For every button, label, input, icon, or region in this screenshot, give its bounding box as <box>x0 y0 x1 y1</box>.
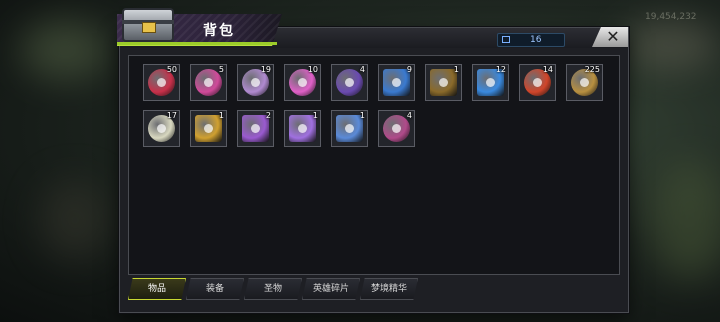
item-quantity: 12 <box>495 65 506 74</box>
item-quantity: 1 <box>453 65 459 74</box>
tab-0[interactable]: 物品 <box>128 278 186 300</box>
inventory-slot[interactable]: 2 <box>237 110 274 147</box>
item-quantity: 2 <box>265 111 271 120</box>
inventory-slot[interactable]: 17 <box>143 110 180 147</box>
inventory-slot[interactable]: 14 <box>519 64 556 101</box>
item-quantity: 50 <box>166 65 177 74</box>
inventory-slot[interactable]: 4 <box>378 110 415 147</box>
tab-1[interactable]: 装备 <box>186 278 244 300</box>
item-quantity: 14 <box>542 65 553 74</box>
inventory-slot[interactable]: 10 <box>284 64 321 101</box>
bag-icon <box>502 36 510 43</box>
item-quantity: 9 <box>406 65 412 74</box>
inventory-slot[interactable]: 19 <box>237 64 274 101</box>
item-quantity: 17 <box>166 111 177 120</box>
inventory-slot[interactable]: 1 <box>425 64 462 101</box>
inventory-slot[interactable]: 9 <box>378 64 415 101</box>
inventory-slot[interactable]: 1 <box>190 110 227 147</box>
inventory-slot[interactable]: 225 <box>566 64 603 101</box>
capacity-counter: 16 <box>497 33 565 47</box>
inventory-slot[interactable]: 50 <box>143 64 180 101</box>
item-quantity: 10 <box>307 65 318 74</box>
category-tabs: 物品 装备 圣物 英雄碎片 梦境精华 <box>128 278 428 300</box>
chest-icon <box>122 8 174 42</box>
currency-readout: 19,454,232 <box>645 12 697 22</box>
title-accent-stripe <box>117 42 277 45</box>
tab-4[interactable]: 梦境精华 <box>360 278 418 300</box>
capacity-count: 16 <box>530 35 542 45</box>
inventory-slot[interactable]: 1 <box>284 110 321 147</box>
tab-2[interactable]: 圣物 <box>244 278 302 300</box>
tab-3[interactable]: 英雄碎片 <box>302 278 360 300</box>
inventory-slot[interactable]: 4 <box>331 64 368 101</box>
item-quantity: 1 <box>359 111 365 120</box>
item-quantity: 1 <box>218 111 224 120</box>
inventory-slot[interactable]: 1 <box>331 110 368 147</box>
inventory-slot[interactable]: 12 <box>472 64 509 101</box>
panel-title: 背包 <box>203 23 235 39</box>
item-quantity: 225 <box>584 65 600 74</box>
item-quantity: 19 <box>260 65 271 74</box>
inventory-slot[interactable]: 5 <box>190 64 227 101</box>
item-quantity: 4 <box>406 111 412 120</box>
item-quantity: 1 <box>312 111 318 120</box>
item-quantity: 4 <box>359 65 365 74</box>
item-grid: 50 5 19 10 4 9 1 12 14 225 17 1 2 1 1 4 <box>128 55 620 275</box>
item-quantity: 5 <box>218 65 224 74</box>
